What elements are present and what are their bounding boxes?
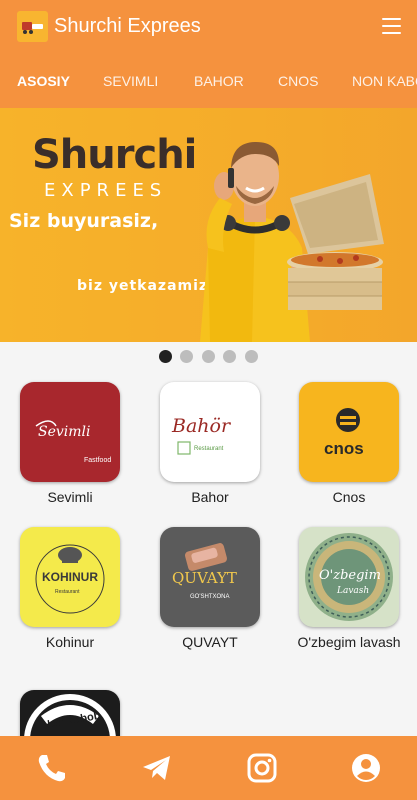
logo-text: Sevimli xyxy=(38,424,91,440)
app-title: Shurchi Exprees xyxy=(54,15,201,37)
restaurant-logo: O'zbegim Lavash xyxy=(299,527,399,627)
logo-text: O'zbegim xyxy=(319,568,381,583)
banner-slogan-1: Siz buyurasiz, xyxy=(9,210,159,232)
pizza-box-image xyxy=(287,174,384,310)
logo-text: QUVAYT xyxy=(172,569,237,587)
hamburger-menu-icon[interactable] xyxy=(382,18,401,34)
restaurant-name: Sevimli xyxy=(47,489,93,505)
tab-sevimli[interactable]: SEVIMLI xyxy=(103,55,158,108)
account-icon[interactable] xyxy=(350,752,382,784)
logo-text: KOHINUR xyxy=(42,570,98,584)
promo-banner[interactable]: Shurchi EXPREES Siz buyurasiz, biz yetka… xyxy=(0,108,417,342)
restaurant-logo: QUVAYT GO'SHTXONA xyxy=(160,527,260,627)
logo-sub: Fastfood xyxy=(84,457,111,464)
tab-asosiy[interactable]: ASOSIY xyxy=(17,55,70,108)
restaurant-name: Bahor xyxy=(191,489,229,505)
carousel-dot[interactable] xyxy=(223,350,236,363)
logo-sub: Lavash xyxy=(336,586,369,596)
app-logo xyxy=(17,11,48,42)
carousel-dot[interactable] xyxy=(245,350,258,363)
restaurant-logo: Sevimli Fastfood xyxy=(20,382,120,482)
banner-brand: Shurchi xyxy=(32,132,197,178)
logo-sub: Restaurant xyxy=(194,446,224,452)
carousel-dot[interactable] xyxy=(159,350,172,363)
app-screen: Shurchi Exprees ASOSIY SEVIMLI BAHOR CNO… xyxy=(0,0,417,800)
carousel-indicator xyxy=(159,350,259,364)
tab-bahor[interactable]: BAHOR xyxy=(194,55,244,108)
telegram-icon[interactable] xyxy=(141,752,173,784)
tab-cnos[interactable]: CNOS xyxy=(278,55,318,108)
restaurant-name: Cnos xyxy=(332,489,366,505)
restaurant-logo: cnos xyxy=(299,382,399,482)
carousel-dot[interactable] xyxy=(202,350,215,363)
banner-brand-sub: EXPREES xyxy=(44,180,168,201)
tab-non-kabob[interactable]: NON KABOB xyxy=(352,55,417,108)
restaurant-logo: KOHINUR Restaurant xyxy=(20,527,120,627)
phone-icon[interactable] xyxy=(36,752,68,784)
restaurant-name: QUVAYT xyxy=(182,634,238,650)
restaurant-name: O'zbegim lavash xyxy=(297,634,401,650)
logo-sub: Restaurant xyxy=(55,589,80,595)
logo-sub: GO'SHTXONA xyxy=(190,594,229,600)
restaurant-logo: Bahör Restaurant xyxy=(160,382,260,482)
app-bar: Shurchi Exprees xyxy=(0,0,417,55)
logo-text: Bahör xyxy=(171,415,232,437)
restaurant-name: Kohinur xyxy=(45,634,95,650)
instagram-icon[interactable] xyxy=(246,752,278,784)
bottom-navigation xyxy=(0,736,417,800)
logo-text: cnos xyxy=(324,439,364,458)
category-tabs: ASOSIY SEVIMLI BAHOR CNOS NON KABOB xyxy=(0,55,417,108)
carousel-dot[interactable] xyxy=(180,350,193,363)
